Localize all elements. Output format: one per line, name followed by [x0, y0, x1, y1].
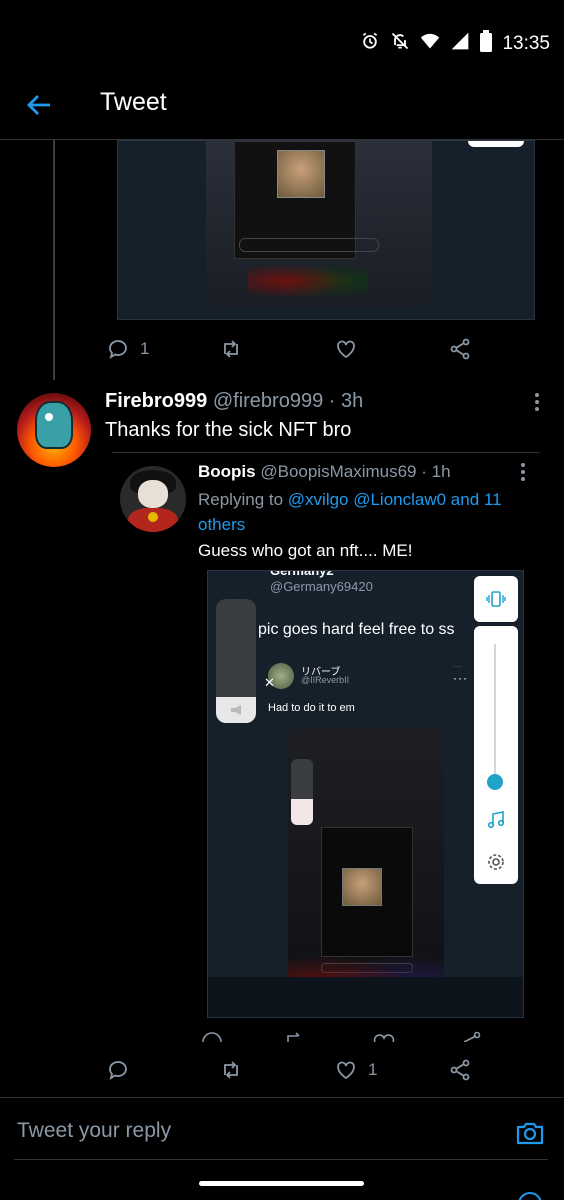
back-arrow-icon[interactable]: [24, 90, 54, 120]
settings-gear-icon: [488, 854, 504, 870]
media-nested-nft: [342, 868, 382, 906]
reply-action[interactable]: [106, 1058, 130, 1082]
media-inner-more-icon: ···: [453, 671, 468, 685]
cutoff-heart-icon: [373, 1034, 395, 1042]
reply-count: 1: [140, 339, 150, 358]
retweet-action[interactable]: [219, 1058, 243, 1082]
media-volume-slider: [216, 599, 256, 723]
avatar-boopis[interactable]: [120, 466, 186, 532]
replying-to-line: Replying to @xvilgo @Lionclaw0 and 11 ot…: [198, 487, 528, 537]
share-action-parent[interactable]: [448, 337, 472, 361]
volume-track: [494, 644, 496, 782]
reply-tweet-text: Thanks for the sick NFT bro: [105, 419, 352, 441]
avatar-firebro[interactable]: [17, 393, 91, 467]
top-app-bar: Tweet: [0, 80, 564, 140]
reply-input-placeholder: Tweet your reply: [17, 1119, 172, 1142]
reply-input-underline: [14, 1159, 548, 1160]
tweet-time: · 3h: [328, 390, 364, 412]
status-bar: 13:35: [0, 0, 564, 80]
quoted-tweet-header: Boopis @BoopisMaximus69 · 1h: [198, 462, 451, 482]
share-icon: [450, 1059, 470, 1081]
partial-floating-icon: [518, 1192, 542, 1200]
quoted-tweet-text: Guess who got an nft.... ME!: [198, 541, 413, 560]
reply-icon: [109, 340, 127, 359]
like-action-parent[interactable]: [334, 337, 358, 361]
quoted-author-handle[interactable]: @BoopisMaximus69: [260, 462, 416, 481]
media-inner-dots-faint: ···: [453, 661, 462, 671]
author-handle[interactable]: @firebro999: [213, 390, 323, 412]
media-snippet-text: pic goes hard feel free to ss: [258, 621, 455, 638]
media-inner-text: Had to do it to em: [268, 702, 355, 714]
media-inner-handle: @IIReverbII: [301, 675, 350, 685]
quoted-author-name[interactable]: Boopis: [198, 462, 256, 481]
cutoff-reply-icon: [202, 1032, 222, 1042]
music-note-icon: [487, 811, 505, 829]
reply-tweet-header: Firebro999 @firebro999 · 3h: [105, 390, 363, 413]
parent-tweet-media[interactable]: [117, 140, 535, 320]
media-nested-volume: [291, 759, 313, 825]
share-action[interactable]: [448, 1058, 472, 1082]
retweet-action-parent[interactable]: [219, 337, 243, 361]
reply-icon: [109, 1061, 127, 1080]
thread-connector-line: [53, 140, 55, 380]
cutoff-share-icon: [463, 1031, 481, 1042]
media-glow: [248, 261, 368, 301]
media-close-icon: ✕: [264, 675, 275, 690]
media-nested-screen: [288, 727, 444, 1005]
media-bottom-fade: [208, 977, 523, 1017]
retweet-icon: [224, 340, 238, 358]
avatar-face: [138, 480, 168, 508]
notifications-off-icon: [390, 31, 410, 56]
media-reply-box: [239, 238, 379, 252]
volume-panel: [474, 626, 518, 884]
cutoff-retweet-icon: [287, 1032, 300, 1042]
clock: 13:35: [502, 32, 550, 54]
wifi-icon: [420, 31, 440, 56]
media-inner-screen: [234, 141, 379, 259]
more-options-icon[interactable]: [528, 390, 546, 414]
like-count: 1: [368, 1060, 378, 1079]
page-title: Tweet: [100, 88, 167, 116]
avatar-dino-figure: [35, 401, 73, 449]
reply-input[interactable]: Tweet your reply: [0, 1105, 564, 1161]
home-gesture-bar[interactable]: [199, 1181, 364, 1186]
reply-action-parent[interactable]: 1: [106, 337, 149, 361]
volume-knob: [487, 774, 503, 790]
sound-mode-panel: [474, 576, 518, 622]
camera-icon[interactable]: [514, 1117, 546, 1149]
alarm-icon: [360, 31, 380, 56]
status-icons: 13:35: [360, 30, 550, 57]
heart-icon: [337, 1061, 355, 1080]
media-author-handle: @Germany69420: [270, 579, 373, 594]
media-nested-tweet: [321, 827, 413, 957]
signal-icon: [450, 31, 470, 56]
author-name[interactable]: Firebro999: [105, 390, 207, 412]
media-nft-image: [277, 150, 325, 198]
quoted-more-options-icon[interactable]: [514, 460, 532, 484]
quoted-tweet-time: · 1h: [421, 462, 451, 481]
battery-icon: [480, 30, 493, 57]
avatar-robe: [128, 508, 178, 532]
vibrate-icon: [486, 591, 506, 607]
heart-icon: [337, 340, 355, 359]
replying-prefix: Replying to: [198, 490, 288, 509]
quote-divider: [112, 452, 540, 453]
media-author-name: Germany2: [270, 570, 334, 578]
like-action[interactable]: 1: [334, 1058, 377, 1082]
media-white-pill: [468, 141, 524, 147]
share-icon: [450, 338, 470, 360]
retweet-icon: [224, 1061, 238, 1079]
composer-divider: [0, 1097, 564, 1098]
